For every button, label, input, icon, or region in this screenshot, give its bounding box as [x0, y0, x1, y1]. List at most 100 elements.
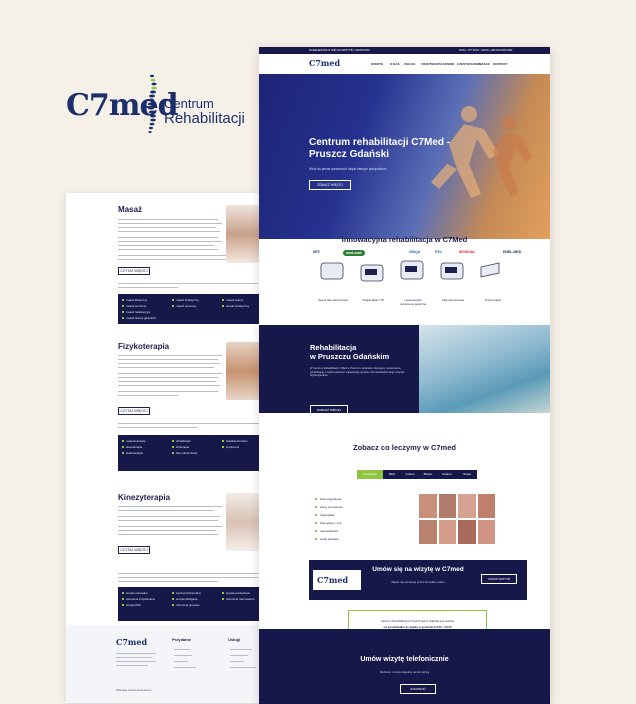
- phone-booking-section: Umów wizytę telefonicznie Zadzwoń i umów…: [259, 629, 550, 704]
- brand-logo: C7med Centrum Rehabilitacji: [66, 72, 246, 136]
- read-more-button-fizykoterapia[interactable]: CZYTAJ WIĘCEJ: [118, 407, 150, 415]
- nav-logo[interactable]: C7med: [309, 58, 340, 68]
- innovation-title: Innowacyjna rehabilitacja w C7Med: [341, 235, 468, 244]
- logo-centrum: Centrum: [164, 96, 214, 111]
- footer-logo: C7med: [116, 637, 148, 647]
- condition-item: bóle kręgosłupa: [315, 497, 341, 501]
- list-item: światłolecznictwo: [222, 439, 247, 443]
- condition-photos: [419, 494, 495, 544]
- list-item: ćwiczenia indywidualne: [122, 597, 155, 601]
- hero-section: Centrum rehabilitacji C7Med - Pruszcz Gd…: [259, 74, 550, 239]
- kinezyterapia-list-panel: terapia manualna ćwiczenia indywidualne …: [118, 587, 263, 621]
- list-item: krioterapia: [172, 445, 189, 449]
- hours-line1: Centrum Rehabilitacji C7med Pruszcz Gdań…: [380, 619, 455, 623]
- footer-col-uslugi: Usługi: [228, 637, 241, 642]
- hero-title: Centrum rehabilitacji C7Med - Pruszcz Gd…: [309, 137, 451, 160]
- phone-subtitle: Zadzwoń i umów dogodny termin wizyty: [379, 670, 430, 674]
- physiotherapy-photo: [226, 342, 263, 400]
- services-page-mockup: Masaż CZYTAJ WIĘCEJ masaż klasyczny masa…: [66, 193, 263, 703]
- hero-subtitle: Wróć do pełnej sprawności dzięki naszym …: [309, 167, 387, 171]
- nav-item[interactable]: FIZJOTERAPIA: [421, 62, 443, 66]
- tab-lokiec[interactable]: Łokieć: [401, 470, 419, 479]
- list-item: masaż twarzy: [222, 298, 243, 302]
- list-item: masaż limfatyczny: [172, 298, 199, 302]
- list-item: ćwiczenia grupowe: [172, 603, 200, 607]
- read-more-button-kinezyterapia[interactable]: CZYTAJ WIĘCEJ: [118, 546, 150, 554]
- read-more-button-masaz[interactable]: CZYTAJ WIĘCEJ: [118, 267, 150, 275]
- devices-illustration: [320, 260, 500, 282]
- partner-logo: UNIQA: [409, 250, 421, 254]
- appointment-title: Umów się na wizytę w C7med: [372, 566, 464, 573]
- homepage-mockup: ZAREJESTRUJ SIĘ NA WIZYTĘ: CENTRUM PON -…: [259, 47, 550, 704]
- tab-stopa[interactable]: Stopa: [457, 470, 477, 479]
- copyright-text: Wszelkie prawa zastrzeżone: [116, 688, 152, 692]
- condition-item: rwa kulszowa: [315, 529, 338, 533]
- list-item: masaż sportowy: [172, 304, 196, 308]
- rehab-text: W Centrum Rehabilitacji C7Med w Pruszczu…: [310, 367, 405, 378]
- list-item: elektroterapia: [122, 451, 143, 455]
- section-title-fizykoterapia: Fizykoterapia: [118, 342, 170, 351]
- list-item: terapia manualna: [122, 591, 148, 595]
- rehab-title-line1: Rehabilitacja: [310, 343, 357, 352]
- nav-item[interactable]: MASAŻ: [479, 62, 490, 66]
- list-item: masaż klasyczny: [122, 298, 147, 302]
- topbar-left-text: ZAREJESTRUJ SIĘ NA WIZYTĘ: CENTRUM: [309, 48, 370, 52]
- partner-logo: MONDIAL: [459, 250, 476, 254]
- masaz-list-panel: masaż klasyczny masaż leczniczy masaż re…: [118, 294, 263, 324]
- partner-logo: PZU: [435, 250, 442, 254]
- rehab-see-more-button[interactable]: ZOBACZ WIĘCEJ: [310, 405, 348, 415]
- condition-item: dyskopatia: [315, 513, 334, 517]
- pool-photo: [419, 325, 550, 413]
- nav-item[interactable]: KONTAKT: [493, 62, 507, 66]
- list-item: ultradźwięki: [172, 439, 191, 443]
- list-item: trening funkcjonalny: [172, 591, 201, 595]
- spine-icon: [147, 74, 157, 133]
- list-item: masaż leczniczy: [122, 304, 146, 308]
- tab-kolano[interactable]: Kolano: [437, 470, 457, 479]
- treatment-title: Zobacz co leczymy w C7med: [353, 443, 456, 452]
- nav-item[interactable]: CENNIK: [443, 62, 455, 66]
- partner-logo: NFZ: [313, 250, 320, 254]
- section-title-kinezyterapia: Kinezyterapia: [118, 493, 171, 502]
- list-item: masaż relaksacyjny: [122, 310, 150, 314]
- footer-col-przydatne: Przydatne: [172, 637, 192, 642]
- list-item: ćwiczenia równoważne: [222, 597, 255, 601]
- device-label: Laseroterapia wysokoenergetyczna: [399, 298, 427, 306]
- condition-item: stany pourazowe: [315, 505, 343, 509]
- kinesiotherapy-photo: [226, 493, 263, 551]
- list-item: terapia Mulligana: [172, 597, 197, 601]
- tab-bark[interactable]: Bark: [383, 470, 401, 479]
- list-item: magnetoterapia: [122, 439, 145, 443]
- list-item: jonoforeza: [222, 445, 239, 449]
- section-title-masaz: Masaż: [118, 205, 143, 214]
- list-item: terapia PNF: [122, 603, 141, 607]
- partner-logo: med-med: [343, 250, 365, 256]
- runner-illustration: [431, 106, 533, 198]
- topbar-right-text: PON - PT 8:00 - 20:00 +48 000 000 000: [459, 48, 513, 52]
- condition-item: bóle głowy i szyi: [315, 521, 342, 525]
- list-item: fala uderzeniowa: [172, 451, 197, 455]
- main-nav: C7med OFERTA O NAS USŁUGI FIZJOTERAPIA C…: [259, 54, 550, 74]
- phone-title: Umów wizytę telefonicznie: [360, 656, 449, 663]
- fizykoterapia-list-panel: magnetoterapia laseroterapia elektrotera…: [118, 435, 263, 471]
- nav-item[interactable]: O NAS: [390, 62, 400, 66]
- rehab-title-line2: w Pruszczu Gdańskim: [310, 352, 390, 361]
- tab-biodro[interactable]: Biodro: [419, 470, 437, 479]
- tab-kregoslup[interactable]: Kręgosłup: [357, 470, 383, 479]
- nav-item[interactable]: USŁUGI: [404, 62, 415, 66]
- device-label: Aparat fala uderzeniowa: [317, 298, 349, 302]
- massage-photo: [226, 205, 263, 263]
- top-bar: ZAREJESTRUJ SIĘ NA WIZYTĘ: CENTRUM PON -…: [259, 47, 550, 54]
- list-item: terapia powięziowa: [222, 591, 250, 595]
- list-item: laseroterapia: [122, 445, 142, 449]
- book-visit-button[interactable]: UMÓW WIZYTĘ: [481, 574, 517, 584]
- nav-item[interactable]: OFERTA: [371, 62, 383, 66]
- nav-item[interactable]: CZESTOCHOWA: [457, 62, 481, 66]
- rehab-title: Rehabilitacja w Pruszczu Gdańskim: [310, 343, 389, 361]
- list-item: drenaż limfatyczny: [222, 304, 249, 308]
- hero-see-more-button[interactable]: ZOBACZ WIĘCEJ: [309, 180, 351, 190]
- call-button[interactable]: ZADZWOŃ: [400, 684, 436, 694]
- list-item: masaż tkanek głębokich: [122, 316, 156, 320]
- device-label: Fala uderzeniowa: [441, 298, 465, 302]
- partner-logo: ENEL-MED: [503, 250, 522, 254]
